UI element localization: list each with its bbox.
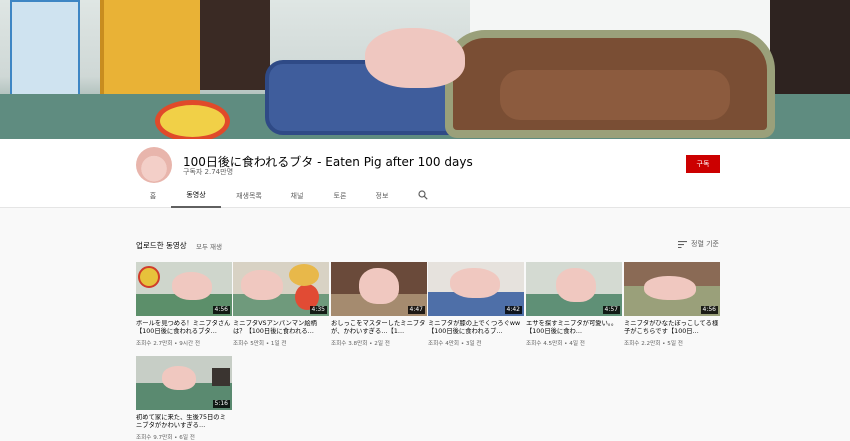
video-title[interactable]: 初めて家に来た、生後75日のミニブタがかわいすぎる… xyxy=(136,414,232,430)
video-card[interactable]: 4:56 ミニブタがひなたぼっこしてる様子がこちらです【100日… 조회수 2.… xyxy=(624,262,720,347)
video-duration: 4:57 xyxy=(602,306,620,314)
video-thumbnail[interactable]: 4:57 xyxy=(526,262,622,316)
search-icon[interactable] xyxy=(418,190,428,200)
video-card[interactable]: 5:16 初めて家に来た、生後75日のミニブタがかわいすぎる… 조회수 9.7만… xyxy=(136,356,232,441)
video-meta: 조회수 2.7만회 • 9시간 전 xyxy=(136,341,201,347)
video-title[interactable]: ボールを見つめる！ミニブタさん【100日後に食われるブタ… xyxy=(136,320,232,336)
video-title[interactable]: ミニブタVSアンパンマン絵柄は？【100日後に食われる… xyxy=(233,320,329,336)
video-card[interactable]: 4:42 ミニブタが膝の上でくつろぐww【100日後に食われるブ… 조회수 4만… xyxy=(428,262,524,347)
tab-videos[interactable]: 동영상 xyxy=(171,184,221,208)
video-thumbnail[interactable]: 4:42 xyxy=(428,262,524,316)
video-thumbnail[interactable]: 4:35 xyxy=(233,262,329,316)
subscribe-button[interactable]: 구독 xyxy=(686,155,720,173)
video-card[interactable]: 4:57 エサを探すミニブタが可愛い。。【100日後に食わ… 조회수 4.5만회… xyxy=(526,262,622,347)
banner-ball xyxy=(155,100,230,139)
section-title: 업로드한 동영상 xyxy=(136,241,187,250)
video-thumbnail[interactable]: 5:16 xyxy=(136,356,232,410)
video-duration: 4:47 xyxy=(407,306,425,314)
channel-subscriber-count: 구독자 2.74만명 xyxy=(183,168,234,176)
tab-discussion[interactable]: 토론 xyxy=(328,184,352,208)
video-thumbnail[interactable]: 4:47 xyxy=(331,262,427,316)
video-duration: 5:16 xyxy=(212,400,230,408)
video-card[interactable]: 4:35 ミニブタVSアンパンマン絵柄は？【100日後に食われる… 조회수 5만… xyxy=(233,262,329,347)
video-title[interactable]: おしっこをマスターしたミニブタが、かわいすぎる…【1… xyxy=(331,320,427,336)
sort-label: 정렬 기준 xyxy=(691,240,719,248)
video-meta: 조회수 4.5만회 • 4일 전 xyxy=(526,341,585,347)
banner-pet-bed-inner xyxy=(500,70,730,120)
channel-banner xyxy=(0,0,850,139)
tab-about[interactable]: 정보 xyxy=(370,184,394,208)
video-title[interactable]: ミニブタがひなたぼっこしてる様子がこちらです【100日… xyxy=(624,320,720,336)
banner-pig xyxy=(365,28,465,88)
video-thumbnail[interactable]: 4:56 xyxy=(136,262,232,316)
video-duration: 4:56 xyxy=(700,306,718,314)
video-meta: 조회수 4만회 • 3일 전 xyxy=(428,341,482,347)
channel-tabs: 홈 동영상 재생목록 채널 토론 정보 xyxy=(0,184,850,208)
video-title[interactable]: エサを探すミニブタが可愛い。。【100日後に食わ… xyxy=(526,320,622,336)
video-duration: 4:35 xyxy=(309,306,327,314)
tab-home[interactable]: 홈 xyxy=(143,184,163,208)
sort-icon xyxy=(678,240,687,248)
video-meta: 조회수 2.2만회 • 5일 전 xyxy=(624,341,683,347)
play-all-button[interactable]: 모두 재생 xyxy=(196,241,222,251)
channel-avatar[interactable] xyxy=(136,147,172,183)
video-duration: 4:56 xyxy=(212,306,230,314)
banner-curtain-left xyxy=(200,0,270,90)
video-meta: 조회수 5만회 • 1일 전 xyxy=(233,341,287,347)
video-title[interactable]: ミニブタが膝の上でくつろぐww【100日後に食われるブ… xyxy=(428,320,524,336)
tab-channels[interactable]: 채널 xyxy=(284,184,310,208)
video-card[interactable]: 4:56 ボールを見つめる！ミニブタさん【100日後に食われるブタ… 조회수 2… xyxy=(136,262,232,347)
sort-button[interactable]: 정렬 기준 xyxy=(678,239,719,249)
video-card[interactable]: 4:47 おしっこをマスターしたミニブタが、かわいすぎる…【1… 조회수 3.8… xyxy=(331,262,427,347)
tab-playlists[interactable]: 재생목록 xyxy=(230,184,268,208)
video-meta: 조회수 3.8만회 • 2일 전 xyxy=(331,341,390,347)
video-duration: 4:42 xyxy=(504,306,522,314)
banner-box-yellow xyxy=(100,0,200,100)
video-thumbnail[interactable]: 4:56 xyxy=(624,262,720,316)
video-meta: 조회수 9.7만회 • 6일 전 xyxy=(136,435,195,441)
